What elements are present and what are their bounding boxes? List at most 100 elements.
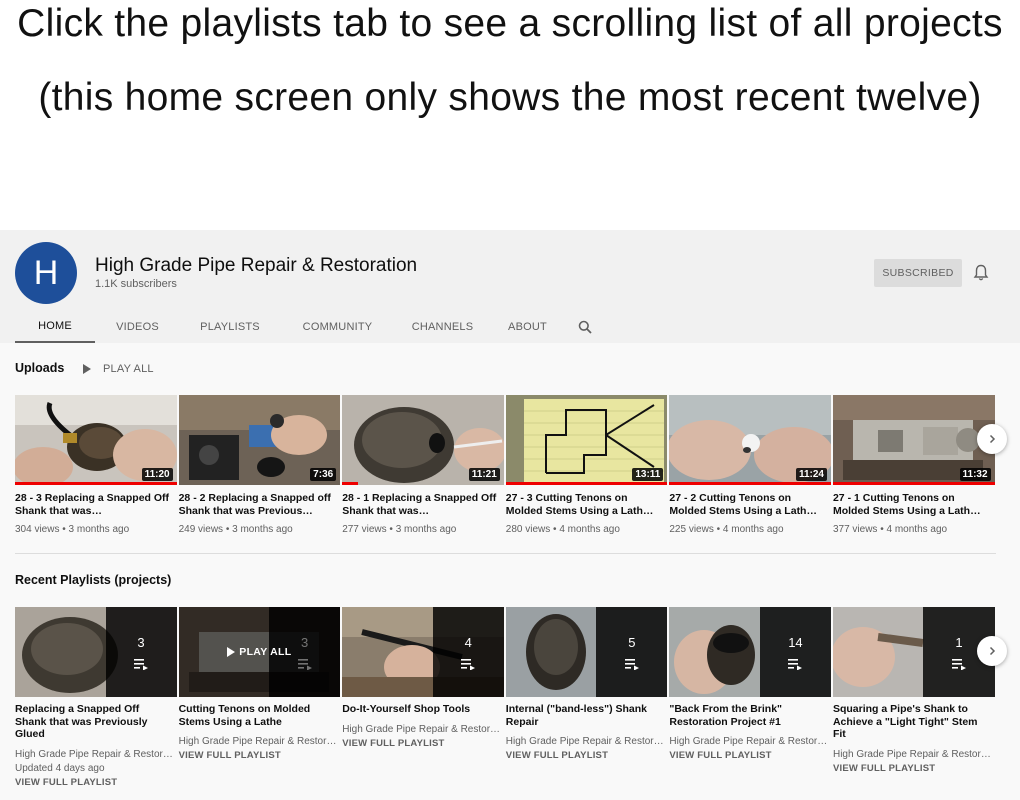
playlist-card[interactable]: 1 Squaring a Pipe's Shank to Achieve a "…: [832, 607, 995, 788]
playlist-icon: [788, 658, 803, 670]
playlist-overlay: 4: [432, 607, 504, 697]
playlist-thumbnail[interactable]: 14: [669, 607, 831, 697]
view-full-playlist-link[interactable]: VIEW FULL PLAYLIST: [179, 750, 341, 761]
playlist-video-count: 3: [137, 634, 145, 650]
video-card[interactable]: 13:11 27 - 3 Cutting Tenons on Molded St…: [505, 395, 668, 535]
watch-progress: [15, 482, 177, 485]
playlist-play-all-overlay[interactable]: PLAY ALL: [178, 607, 341, 697]
channel-avatar[interactable]: H: [15, 242, 77, 304]
uploads-heading[interactable]: Uploads: [15, 361, 64, 375]
video-thumbnail[interactable]: 7:36: [178, 395, 341, 485]
view-full-playlist-link[interactable]: VIEW FULL PLAYLIST: [506, 750, 668, 761]
playlist-channel[interactable]: High Grade Pipe Repair & Restorati…: [506, 736, 668, 747]
view-full-playlist-link[interactable]: VIEW FULL PLAYLIST: [833, 763, 995, 774]
video-duration: 11:21: [468, 468, 500, 481]
playlist-channel[interactable]: High Grade Pipe Repair & Restorati…: [179, 736, 341, 747]
playlist-channel[interactable]: High Grade Pipe Repair & Restorati…: [833, 749, 995, 760]
video-thumbnail[interactable]: 11:24: [669, 395, 831, 485]
video-thumbnail[interactable]: 11:21: [342, 395, 504, 485]
playlist-icon: [461, 658, 476, 670]
playlist-card[interactable]: 4 Do-It-Yourself Shop Tools High Grade P…: [342, 607, 504, 788]
playlist-thumbnail[interactable]: 3: [15, 607, 177, 697]
uploads-shelf: 11:20 28 - 3 Replacing a Snapped Off Sha…: [15, 395, 995, 535]
search-icon[interactable]: [565, 311, 605, 343]
playlist-overlay: 3: [105, 607, 177, 697]
view-count: 280 views: [505, 524, 551, 535]
playlist-title[interactable]: Cutting Tenons on Molded Stems Using a L…: [179, 703, 341, 728]
playlist-title[interactable]: Internal ("band-less") Shank Repair: [506, 703, 668, 728]
play-all-label: PLAY ALL: [103, 363, 154, 375]
video-thumbnail[interactable]: 11:32: [832, 395, 995, 485]
video-thumbnail[interactable]: 11:20: [15, 395, 177, 485]
tab-home[interactable]: HOME: [15, 311, 95, 343]
playlist-thumbnail[interactable]: 5: [505, 607, 668, 697]
playlist-title[interactable]: Do-It-Yourself Shop Tools: [342, 703, 504, 716]
view-full-playlist-link[interactable]: VIEW FULL PLAYLIST: [342, 738, 504, 749]
tab-community[interactable]: COMMUNITY: [280, 311, 395, 343]
playlist-video-count: 1: [955, 634, 963, 650]
video-thumbnail[interactable]: 13:11: [505, 395, 668, 485]
playlist-title[interactable]: Squaring a Pipe's Shank to Achieve a "Li…: [833, 703, 995, 741]
banner-line-1: Click the playlists tab to see a scrolli…: [17, 2, 1003, 45]
video-title[interactable]: 27 - 3 Cutting Tenons on Molded Stems Us…: [506, 492, 668, 517]
playlist-title[interactable]: Replacing a Snapped Off Shank that was P…: [15, 703, 177, 741]
playlist-title[interactable]: "Back From the Brink" Restoration Projec…: [669, 703, 831, 728]
next-arrow-button[interactable]: [977, 424, 1007, 454]
playlist-channel[interactable]: High Grade Pipe Repair & Restorati…: [342, 724, 504, 735]
playlist-play-all-label: PLAY ALL: [239, 646, 292, 658]
channel-tabs: HOME VIDEOS PLAYLISTS COMMUNITY CHANNELS…: [15, 311, 605, 343]
playlist-icon: [134, 658, 149, 670]
channel-header: H High Grade Pipe Repair & Restoration 1…: [0, 230, 1020, 343]
subscribed-button[interactable]: SUBSCRIBED: [874, 259, 962, 287]
playlist-channel[interactable]: High Grade Pipe Repair & Restorati…: [669, 736, 831, 747]
playlist-icon: [952, 658, 967, 670]
playlist-thumbnail[interactable]: 1: [832, 607, 995, 697]
tab-channels[interactable]: CHANNELS: [395, 311, 490, 343]
playlist-thumbnail[interactable]: 3 PLAY ALL: [178, 607, 341, 697]
video-title[interactable]: 27 - 1 Cutting Tenons on Molded Stems Us…: [833, 492, 995, 517]
video-duration: 7:36: [310, 468, 337, 481]
tab-playlists[interactable]: PLAYLISTS: [180, 311, 280, 343]
view-count: 377 views: [832, 524, 878, 535]
playlist-card[interactable]: 14 "Back From the Brink" Restoration Pro…: [669, 607, 831, 788]
playlist-updated: Updated 4 days ago: [15, 762, 105, 774]
upload-age: 4 months ago: [886, 524, 948, 535]
bell-icon[interactable]: [973, 264, 989, 282]
playlist-channel[interactable]: High Grade Pipe Repair & Restorati…: [15, 749, 177, 760]
subscriber-count: 1.1K subscribers: [95, 278, 177, 290]
upload-age: 3 months ago: [68, 524, 130, 535]
video-meta: 280 views • 4 months ago: [505, 524, 620, 535]
tab-about[interactable]: ABOUT: [490, 311, 565, 343]
playlist-video-count: 5: [628, 634, 636, 650]
channel-name: High Grade Pipe Repair & Restoration: [95, 255, 418, 276]
playlist-thumbnail[interactable]: 4: [342, 607, 504, 697]
playlist-card[interactable]: 3 Replacing a Snapped Off Shank that was…: [15, 607, 177, 788]
playlist-icon: [624, 658, 639, 670]
video-title[interactable]: 28 - 2 Replacing a Snapped off Shank tha…: [179, 492, 341, 517]
chevron-right-icon: [989, 434, 996, 444]
view-full-playlist-link[interactable]: VIEW FULL PLAYLIST: [669, 750, 831, 761]
instruction-banner: Click the playlists tab to see a scrolli…: [0, 0, 1020, 230]
view-full-playlist-link[interactable]: VIEW FULL PLAYLIST: [15, 777, 177, 788]
playlist-video-count: 4: [464, 634, 472, 650]
play-all-button[interactable]: PLAY ALL: [83, 363, 154, 375]
upload-age: 4 months ago: [722, 524, 784, 535]
next-arrow-button[interactable]: [977, 636, 1007, 666]
video-title[interactable]: 28 - 1 Replacing a Snapped Off Shank tha…: [342, 492, 504, 517]
video-card[interactable]: 11:20 28 - 3 Replacing a Snapped Off Sha…: [15, 395, 177, 535]
tab-videos[interactable]: VIDEOS: [95, 311, 180, 343]
video-title[interactable]: 28 - 3 Replacing a Snapped Off Shank tha…: [15, 492, 177, 517]
video-card[interactable]: 11:24 27 - 2 Cutting Tenons on Molded St…: [669, 395, 831, 535]
video-card[interactable]: 11:21 28 - 1 Replacing a Snapped Off Sha…: [342, 395, 504, 535]
playlists-heading[interactable]: Recent Playlists (projects): [15, 573, 171, 587]
video-card[interactable]: 7:36 28 - 2 Replacing a Snapped off Shan…: [178, 395, 341, 535]
playlist-card[interactable]: 3 PLAY ALL Cutting Tenons on Molded Stem…: [178, 607, 341, 788]
view-count: 249 views: [178, 524, 224, 535]
playlist-overlay: 14: [759, 607, 831, 697]
video-title[interactable]: 27 - 2 Cutting Tenons on Molded Stems Us…: [669, 492, 831, 517]
playlist-card[interactable]: 5 Internal ("band-less") Shank Repair Hi…: [505, 607, 668, 788]
watch-progress: [832, 482, 995, 485]
section-divider: [15, 553, 996, 554]
playlist-overlay: 5: [596, 607, 668, 697]
video-card[interactable]: 11:32 27 - 1 Cutting Tenons on Molded St…: [832, 395, 995, 535]
